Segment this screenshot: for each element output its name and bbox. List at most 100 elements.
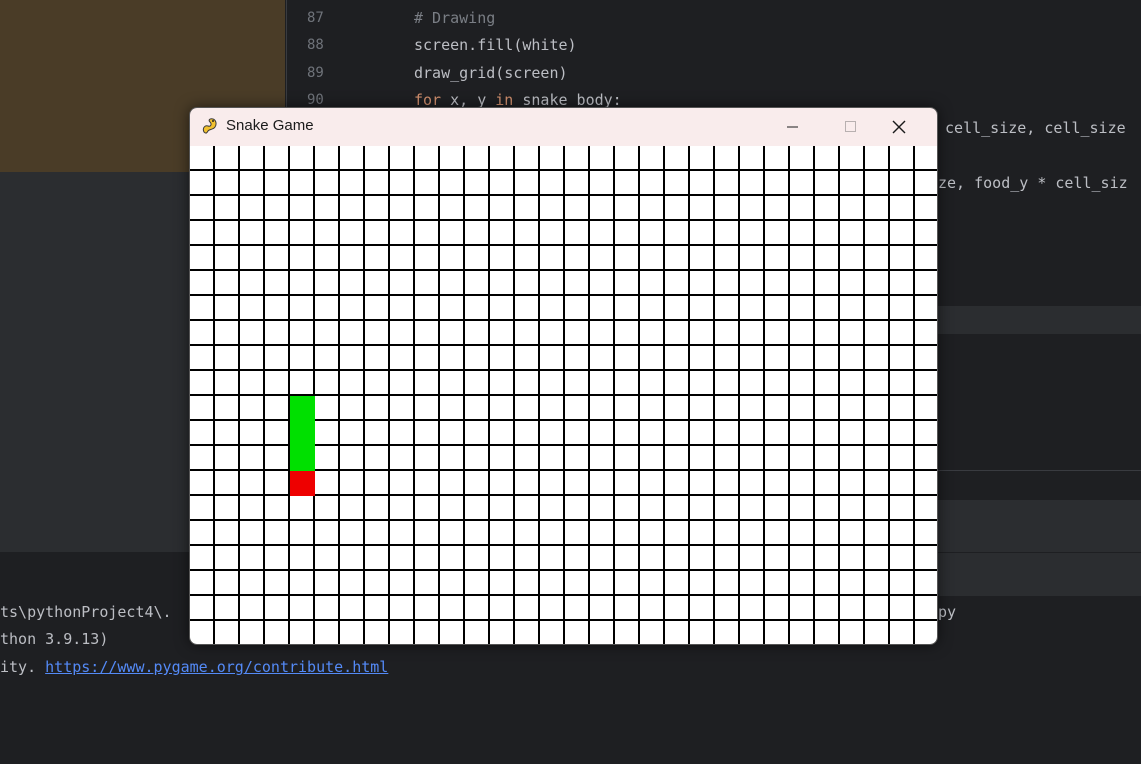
code-line[interactable]: screen.fill(white) bbox=[414, 35, 577, 55]
grid-cell bbox=[465, 371, 488, 394]
grid-cell bbox=[740, 521, 763, 544]
grid-cell bbox=[665, 196, 688, 219]
grid-cell bbox=[265, 171, 288, 194]
grid-cell bbox=[490, 371, 513, 394]
grid-cell bbox=[615, 271, 638, 294]
grid-cell bbox=[265, 371, 288, 394]
grid-cell bbox=[765, 421, 788, 444]
game-board[interactable] bbox=[190, 146, 937, 644]
grid-cell bbox=[240, 246, 263, 269]
grid-cell bbox=[415, 221, 438, 244]
grid-cell bbox=[465, 446, 488, 469]
grid-cell bbox=[590, 346, 613, 369]
grid-cell bbox=[565, 296, 588, 319]
grid-cell bbox=[240, 571, 263, 594]
grid-cell bbox=[515, 171, 538, 194]
grid-cell bbox=[790, 596, 813, 619]
grid-cell bbox=[490, 246, 513, 269]
grid-cell bbox=[415, 571, 438, 594]
grid-cell bbox=[190, 446, 213, 469]
grid-cell bbox=[515, 496, 538, 519]
grid-cell bbox=[440, 346, 463, 369]
grid-cell bbox=[265, 571, 288, 594]
grid-cell bbox=[190, 171, 213, 194]
grid-cell bbox=[340, 346, 363, 369]
grid-cell bbox=[540, 496, 563, 519]
grid-cell bbox=[265, 521, 288, 544]
console-line: ity. https://www.pygame.org/contribute.h… bbox=[0, 657, 388, 677]
grid-cell bbox=[840, 571, 863, 594]
grid-cell bbox=[815, 171, 838, 194]
grid-cell bbox=[790, 446, 813, 469]
grid-cell bbox=[665, 371, 688, 394]
grid-cell bbox=[415, 321, 438, 344]
grid-cell bbox=[765, 521, 788, 544]
grid-cell bbox=[715, 271, 738, 294]
grid-cell bbox=[315, 271, 338, 294]
grid-cell bbox=[840, 546, 863, 569]
grid-cell bbox=[765, 321, 788, 344]
grid-cell bbox=[640, 521, 663, 544]
grid-cell bbox=[465, 396, 488, 419]
grid-cell bbox=[315, 596, 338, 619]
grid-cell bbox=[840, 496, 863, 519]
maximize-button[interactable] bbox=[821, 108, 879, 146]
minimize-button[interactable] bbox=[763, 108, 821, 146]
code-line-fragment[interactable]: cell_size, cell_size bbox=[936, 118, 1126, 138]
grid-cell bbox=[690, 446, 713, 469]
grid-cell bbox=[890, 396, 913, 419]
grid-cell bbox=[465, 496, 488, 519]
grid-cell bbox=[290, 171, 313, 194]
grid-cell bbox=[190, 271, 213, 294]
grid-cell bbox=[390, 621, 413, 644]
grid-cell bbox=[840, 296, 863, 319]
grid-cell bbox=[440, 521, 463, 544]
grid-cell bbox=[740, 471, 763, 494]
title-bar[interactable]: Snake Game bbox=[190, 108, 937, 146]
grid-cell bbox=[215, 421, 238, 444]
grid-cell bbox=[865, 171, 888, 194]
grid-cell bbox=[740, 546, 763, 569]
code-line[interactable]: # Drawing bbox=[414, 8, 495, 28]
grid-cell bbox=[240, 421, 263, 444]
grid-cell bbox=[840, 346, 863, 369]
grid-cell bbox=[765, 546, 788, 569]
grid-cell bbox=[615, 571, 638, 594]
grid-cell bbox=[740, 596, 763, 619]
grid-cell bbox=[840, 521, 863, 544]
grid-cell bbox=[765, 471, 788, 494]
grid-cell bbox=[465, 521, 488, 544]
code-line[interactable]: draw_grid(screen) bbox=[414, 63, 568, 83]
grid-cell bbox=[365, 396, 388, 419]
grid-cell bbox=[740, 296, 763, 319]
grid-cell bbox=[740, 371, 763, 394]
grid-cell bbox=[415, 371, 438, 394]
grid-cell bbox=[640, 346, 663, 369]
grid-cell bbox=[665, 621, 688, 644]
snake-game-window[interactable]: Snake Game bbox=[189, 107, 938, 645]
grid-cell bbox=[815, 521, 838, 544]
grid-cell bbox=[690, 371, 713, 394]
grid-cell bbox=[340, 496, 363, 519]
grid-cell bbox=[215, 196, 238, 219]
grid-cell bbox=[840, 471, 863, 494]
grid-cell bbox=[490, 296, 513, 319]
grid-cell bbox=[740, 571, 763, 594]
grid-cell bbox=[290, 221, 313, 244]
grid-cell bbox=[690, 496, 713, 519]
line-number: 87 bbox=[307, 10, 324, 26]
close-button[interactable] bbox=[879, 108, 937, 146]
code-line-fragment[interactable]: ze, food_y * cell_siz bbox=[938, 173, 1128, 193]
grid-cell bbox=[790, 221, 813, 244]
grid-cell bbox=[915, 596, 937, 619]
grid-cell bbox=[390, 421, 413, 444]
grid-cell bbox=[590, 521, 613, 544]
grid-cell bbox=[640, 371, 663, 394]
contribute-link[interactable]: https://www.pygame.org/contribute.html bbox=[45, 658, 388, 676]
grid-cell bbox=[690, 296, 713, 319]
grid-cell bbox=[340, 146, 363, 169]
grid-cell bbox=[265, 221, 288, 244]
grid-cell bbox=[240, 371, 263, 394]
grid-cell bbox=[340, 321, 363, 344]
grid-cell bbox=[665, 546, 688, 569]
